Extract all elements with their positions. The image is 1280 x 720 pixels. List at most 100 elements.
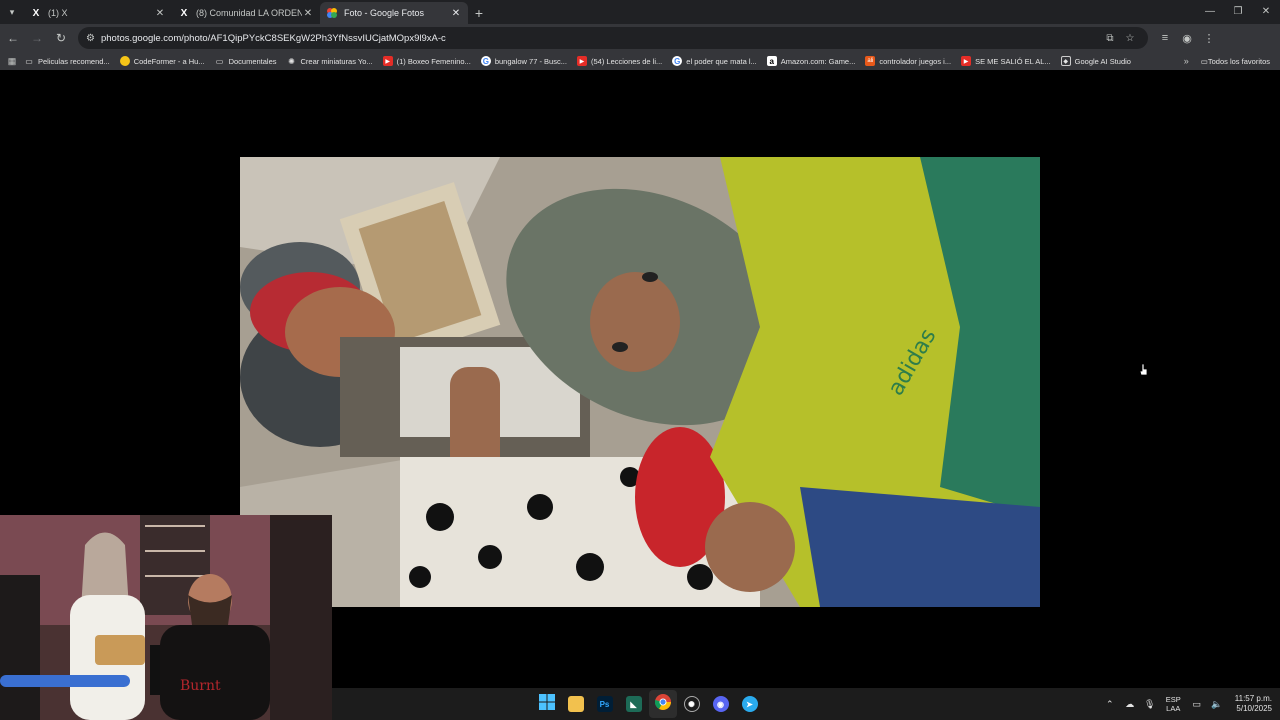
windows-start-icon — [538, 693, 555, 715]
apps-grid-icon[interactable]: ▦ — [0, 56, 24, 67]
x-logo-icon: X — [32, 7, 40, 19]
address-bar[interactable]: ⚙ photos.google.com/photo/AF1QipPYckC8SE… — [78, 27, 1148, 49]
mouse-cursor-icon — [1139, 363, 1148, 376]
bookmark-item[interactable]: Gel poder que mata l... — [672, 56, 757, 66]
emoji-icon — [119, 56, 130, 66]
reload-icon: ↻ — [55, 31, 67, 45]
aliexpress-icon: ali — [865, 56, 876, 66]
language-indicator[interactable]: ESP LAA — [1166, 695, 1181, 713]
media-controls-icon[interactable]: ≡ — [1154, 32, 1176, 45]
chevron-up-icon[interactable]: ⌃ — [1100, 699, 1120, 710]
reload-button[interactable]: ↻ — [50, 27, 72, 49]
close-window-icon[interactable]: ✕ — [1252, 0, 1280, 22]
folder-icon: ▭ — [215, 56, 224, 66]
windows-taskbar: Ps ◣ ✺ ◉ ➤ ⌃ ☁ 🎙 ESP LAA ▭ 🔈 11:57 p.m. … — [332, 688, 1280, 720]
photo-image: adidas — [240, 157, 1040, 607]
taskbar-telegram[interactable]: ➤ — [736, 690, 764, 718]
microphone-icon[interactable]: 🎙 — [1140, 699, 1160, 710]
bookmark-item[interactable]: ✺ Crear miniaturas Yo... — [287, 56, 373, 66]
bookmark-item[interactable]: ▶ (54) Lecciones de li... — [576, 56, 663, 66]
youtube-icon: ▶ — [576, 56, 587, 66]
site-info-icon[interactable]: ⚙ — [86, 33, 95, 44]
clock[interactable]: 11:57 p.m. 5/10/2025 — [1235, 694, 1272, 714]
ai-studio-icon: ◆ — [1060, 56, 1071, 66]
bookmark-item[interactable]: ▶ (1) Boxeo Femenino... — [382, 56, 471, 66]
bookmark-label: el poder que mata l... — [686, 56, 757, 66]
forward-button[interactable]: → — [26, 27, 48, 49]
bookmark-label: controlador juegos i... — [879, 56, 952, 66]
menu-icon[interactable]: ⋮ — [1198, 32, 1220, 45]
bookmark-item[interactable]: ▭ Documentales — [215, 56, 277, 66]
bookmark-star-icon[interactable]: ☆ — [1120, 33, 1140, 44]
discord-icon: ◉ — [712, 696, 729, 712]
profile-icon[interactable]: ◉ — [1176, 32, 1198, 45]
taskbar-file-explorer[interactable] — [562, 690, 590, 718]
url-text[interactable]: photos.google.com/photo/AF1QipPYckC8SEKg… — [101, 33, 1100, 44]
window-controls: — ❐ ✕ — [1196, 0, 1280, 22]
clock-date: 5/10/2025 — [1236, 704, 1272, 713]
minimize-icon[interactable]: — — [1196, 0, 1224, 22]
tab-comunidad[interactable]: X (8) Comunidad LA ORDEN DE L... ✕ — [172, 2, 320, 24]
tab-search-button[interactable]: ▾ — [0, 0, 24, 24]
new-tab-button[interactable]: + — [468, 2, 490, 24]
google-icon: G — [480, 56, 491, 66]
tab-google-photos[interactable]: Foto - Google Fotos ✕ — [320, 2, 468, 24]
amazon-icon: a — [766, 56, 777, 66]
restore-icon[interactable]: ❐ — [1224, 0, 1252, 22]
plus-icon: + — [474, 5, 484, 21]
taskbar-chrome[interactable] — [648, 690, 677, 718]
bookmark-label: (54) Lecciones de li... — [590, 56, 663, 66]
bookmark-label: Crear miniaturas Yo... — [300, 56, 373, 66]
volume-icon[interactable]: 🔈 — [1207, 699, 1227, 710]
taskbar-photoshop[interactable]: Ps — [591, 690, 619, 718]
taskbar-openai[interactable]: ✺ — [678, 690, 706, 718]
bookmark-item[interactable]: a Amazon.com: Game... — [766, 56, 856, 66]
svg-text:Burnt: Burnt — [180, 678, 221, 694]
bookmark-item[interactable]: ▭ Peliculas recomend... — [24, 56, 110, 66]
onedrive-icon[interactable]: ☁ — [1120, 699, 1140, 710]
taskbar-app[interactable]: ◣ — [620, 690, 648, 718]
tab-title: Foto - Google Fotos — [344, 8, 425, 18]
arrow-left-icon: ← — [7, 31, 19, 45]
start-button[interactable] — [533, 690, 561, 718]
bookmark-label: (1) Boxeo Femenino... — [396, 56, 471, 66]
close-icon[interactable]: ✕ — [302, 8, 314, 19]
x-logo-icon: X — [180, 7, 188, 19]
bookmark-label: SE ME SALIÓ EL AL... — [975, 56, 1051, 66]
arrow-right-icon: → — [31, 31, 43, 45]
install-app-icon[interactable]: ⧉ — [1100, 33, 1120, 44]
all-bookmarks-button[interactable]: ▭ Todos los favoritos — [1201, 57, 1270, 66]
bookmark-item[interactable]: Gbungalow 77 - Busc... — [480, 56, 567, 66]
bookmark-label: Peliculas recomend... — [38, 56, 110, 66]
chrome-icon — [654, 693, 671, 715]
bookmark-item[interactable]: ▶ SE ME SALIÓ EL AL... — [961, 56, 1051, 66]
close-icon[interactable]: ✕ — [450, 8, 462, 19]
youtube-icon: ▶ — [382, 56, 393, 66]
back-button[interactable]: ← — [2, 27, 24, 49]
tab-strip: ▾ X (1) X ✕ X (8) Comunidad LA ORDEN DE … — [0, 0, 1280, 24]
bookmark-label: Amazon.com: Game... — [780, 56, 856, 66]
language-code: ESP — [1165, 695, 1181, 704]
tab-title: (1) X — [48, 8, 68, 18]
browser-toolbar: ← → ↻ ⚙ photos.google.com/photo/AF1QipPY… — [0, 24, 1280, 52]
bookmark-item[interactable]: ali controlador juegos i... — [865, 56, 951, 66]
bookmark-label: bungalow 77 - Busc... — [494, 56, 567, 66]
file-explorer-icon — [567, 696, 584, 712]
bookmarks-bar: ▦ ▭ Peliculas recomend... CodeFormer - a … — [0, 52, 1280, 70]
close-icon[interactable]: ✕ — [154, 8, 166, 19]
telegram-icon: ➤ — [741, 696, 758, 712]
bookmark-label: Documentales — [228, 56, 277, 66]
system-tray: ⌃ ☁ 🎙 ESP LAA ▭ 🔈 11:57 p.m. 5/10/2025 — [1100, 688, 1280, 720]
photoshop-icon: Ps — [596, 696, 613, 712]
tab-title: (8) Comunidad LA ORDEN DE L... — [196, 8, 302, 18]
bookmark-label: CodeFormer - a Hu... — [133, 56, 205, 66]
youtube-icon: ▶ — [961, 56, 972, 66]
folder-icon: ▭ — [1200, 56, 1208, 66]
all-bookmarks-label: Todos los favoritos — [1207, 56, 1270, 66]
tab-x[interactable]: X (1) X ✕ — [24, 2, 172, 24]
bookmarks-overflow-icon[interactable]: » — [1184, 56, 1189, 66]
taskbar-discord[interactable]: ◉ — [707, 690, 735, 718]
bookmark-item[interactable]: ◆ Google AI Studio — [1060, 56, 1131, 66]
network-icon[interactable]: ▭ — [1187, 699, 1207, 710]
bookmark-item[interactable]: CodeFormer - a Hu... — [119, 56, 205, 66]
